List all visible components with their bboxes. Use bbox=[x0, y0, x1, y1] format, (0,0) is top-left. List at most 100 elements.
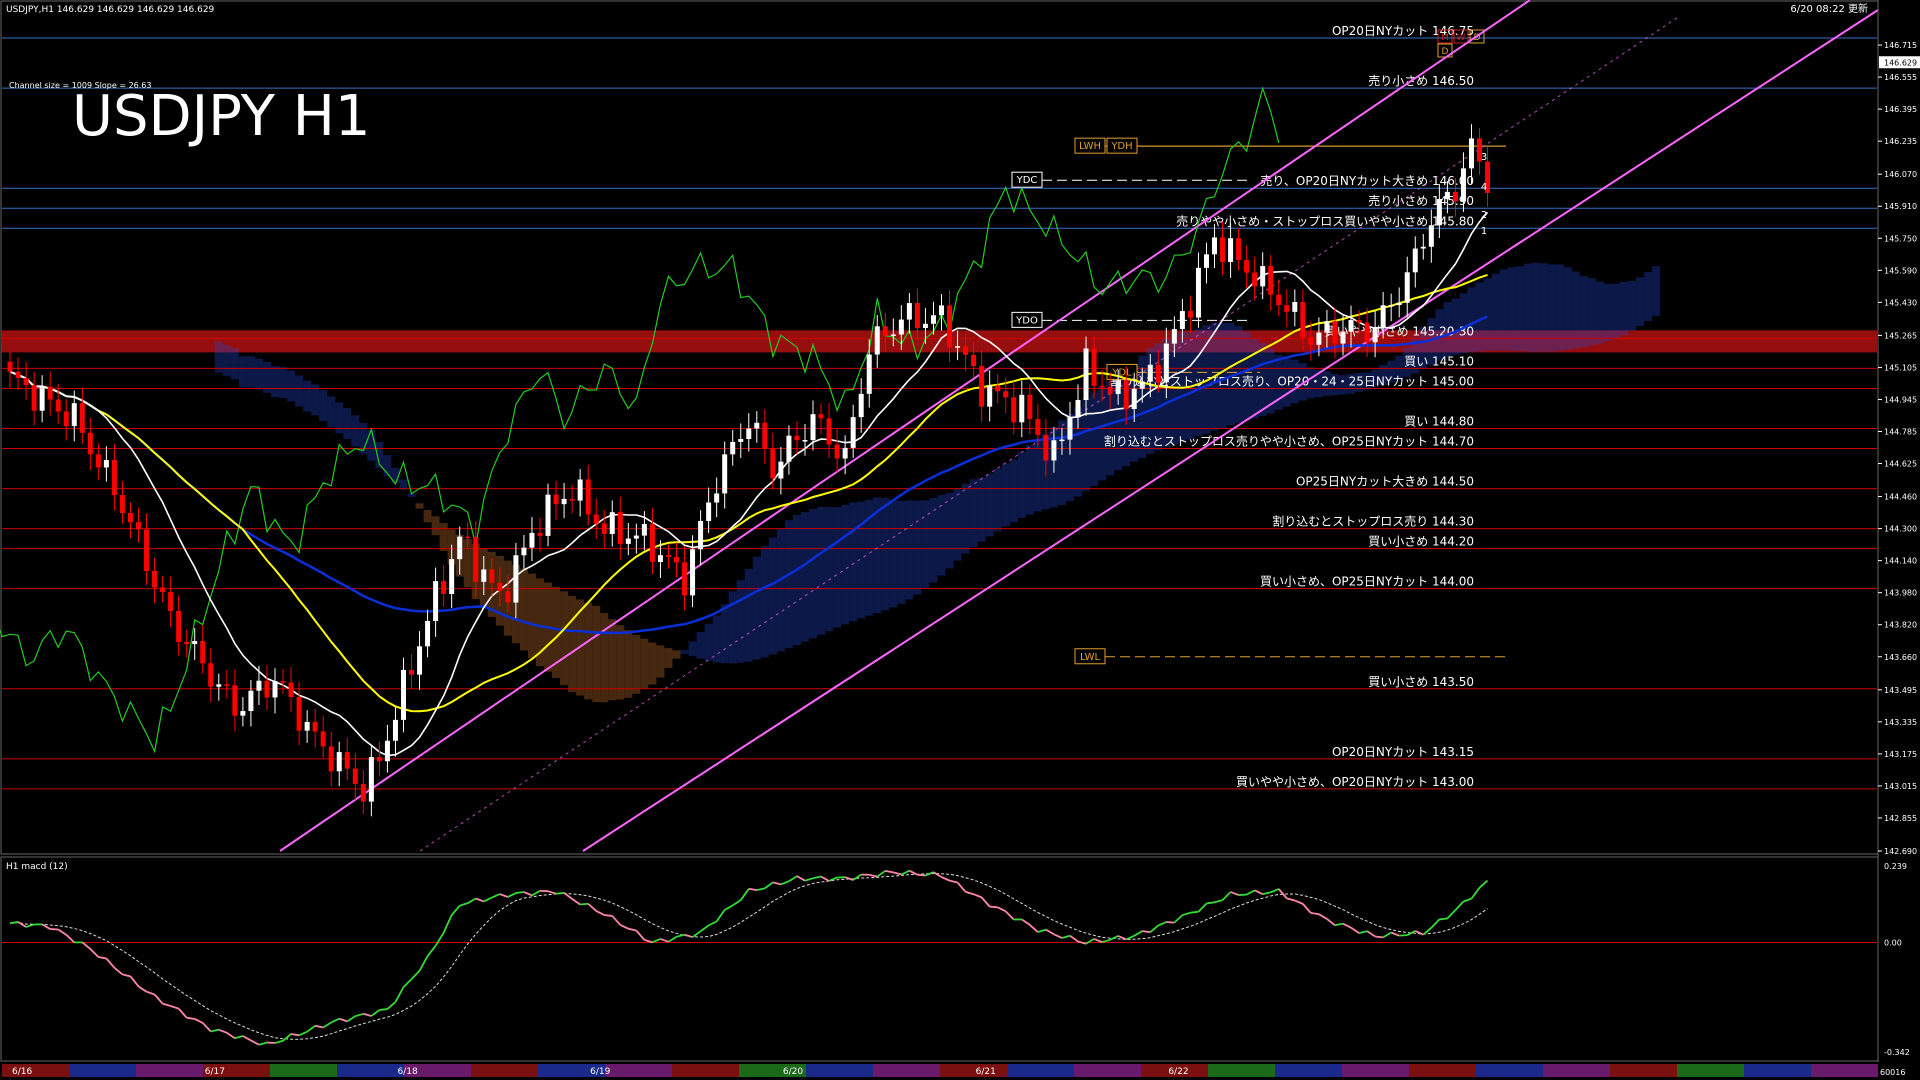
candle-body[interactable] bbox=[1011, 397, 1017, 423]
candle-body[interactable] bbox=[513, 555, 519, 603]
candle-body[interactable] bbox=[1436, 199, 1442, 226]
candle-body[interactable] bbox=[882, 326, 888, 336]
candle-body[interactable] bbox=[1203, 254, 1209, 268]
candle-body[interactable] bbox=[168, 592, 174, 612]
candle-body[interactable] bbox=[457, 536, 463, 560]
candle-body[interactable] bbox=[71, 403, 77, 427]
candle-body[interactable] bbox=[1035, 419, 1041, 435]
candle-body[interactable] bbox=[1428, 225, 1434, 247]
candle-body[interactable] bbox=[1316, 332, 1322, 345]
candle-body[interactable] bbox=[312, 721, 318, 732]
candle-body[interactable] bbox=[585, 479, 591, 515]
candle-body[interactable] bbox=[1452, 191, 1458, 202]
candle-body[interactable] bbox=[1252, 272, 1258, 287]
candle-body[interactable] bbox=[224, 684, 230, 686]
candle-body[interactable] bbox=[55, 399, 61, 412]
candle-body[interactable] bbox=[1067, 417, 1073, 440]
candle-body[interactable] bbox=[240, 711, 246, 716]
candle-body[interactable] bbox=[1244, 259, 1250, 273]
candle-body[interactable] bbox=[152, 571, 158, 588]
candle-body[interactable] bbox=[770, 448, 776, 479]
candle-body[interactable] bbox=[473, 537, 479, 582]
candle-body[interactable] bbox=[1187, 311, 1193, 318]
candle-body[interactable] bbox=[160, 587, 166, 593]
candle-body[interactable] bbox=[714, 493, 720, 503]
candle-body[interactable] bbox=[272, 681, 278, 698]
candle-body[interactable] bbox=[63, 411, 69, 427]
candle-body[interactable] bbox=[938, 305, 944, 316]
candle-body[interactable] bbox=[409, 669, 415, 675]
candle-body[interactable] bbox=[280, 681, 286, 683]
candle-body[interactable] bbox=[529, 532, 535, 548]
candle-body[interactable] bbox=[1003, 391, 1009, 398]
candle-body[interactable] bbox=[1460, 168, 1466, 202]
candle-body[interactable] bbox=[649, 524, 655, 562]
candle-body[interactable] bbox=[730, 441, 736, 455]
candle-body[interactable] bbox=[264, 680, 270, 698]
candle-body[interactable] bbox=[1268, 266, 1274, 295]
candle-body[interactable] bbox=[762, 422, 768, 449]
candle-body[interactable] bbox=[1027, 394, 1033, 420]
candle-body[interactable] bbox=[1284, 305, 1290, 312]
candle-body[interactable] bbox=[1468, 138, 1474, 169]
candle-body[interactable] bbox=[746, 428, 752, 439]
candle-body[interactable] bbox=[127, 513, 133, 523]
candle-body[interactable] bbox=[955, 346, 961, 348]
candle-body[interactable] bbox=[328, 746, 334, 772]
candle-body[interactable] bbox=[1396, 302, 1402, 306]
candle-body[interactable] bbox=[216, 684, 222, 687]
candle-body[interactable] bbox=[400, 669, 406, 720]
candle-body[interactable] bbox=[79, 403, 85, 433]
candle-body[interactable] bbox=[1171, 329, 1177, 344]
candle-body[interactable] bbox=[874, 326, 880, 355]
candle-body[interactable] bbox=[417, 646, 423, 675]
candle-body[interactable] bbox=[1364, 322, 1370, 343]
candle-body[interactable] bbox=[505, 591, 511, 603]
candle-body[interactable] bbox=[481, 569, 487, 582]
candle-body[interactable] bbox=[39, 386, 45, 411]
candle-body[interactable] bbox=[433, 581, 439, 622]
candle-body[interactable] bbox=[23, 378, 29, 386]
candle-body[interactable] bbox=[248, 690, 254, 712]
candle-body[interactable] bbox=[256, 680, 262, 691]
candle-body[interactable] bbox=[1163, 343, 1169, 383]
candle-body[interactable] bbox=[722, 454, 728, 494]
candle-body[interactable] bbox=[1444, 191, 1450, 200]
candle-body[interactable] bbox=[665, 555, 671, 557]
candle-body[interactable] bbox=[633, 535, 639, 539]
candle-body[interactable] bbox=[87, 432, 93, 455]
candle-body[interactable] bbox=[1019, 394, 1025, 423]
candle-body[interactable] bbox=[818, 414, 824, 419]
candle-body[interactable] bbox=[1292, 302, 1298, 312]
candle-body[interactable] bbox=[577, 479, 583, 501]
candle-body[interactable] bbox=[1372, 327, 1378, 343]
candle-body[interactable] bbox=[1348, 320, 1354, 332]
candle-body[interactable] bbox=[184, 641, 190, 645]
candle-body[interactable] bbox=[368, 757, 374, 802]
candle-body[interactable] bbox=[1107, 386, 1113, 395]
candle-body[interactable] bbox=[906, 303, 912, 320]
candle-body[interactable] bbox=[1404, 272, 1410, 303]
candle-body[interactable] bbox=[119, 495, 125, 514]
candle-body[interactable] bbox=[425, 621, 431, 647]
candle-body[interactable] bbox=[336, 752, 342, 772]
candle-body[interactable] bbox=[866, 354, 872, 394]
candle-body[interactable] bbox=[922, 323, 928, 328]
candle-body[interactable] bbox=[288, 682, 294, 698]
candle-body[interactable] bbox=[754, 422, 760, 429]
candle-body[interactable] bbox=[1155, 364, 1161, 383]
candle-body[interactable] bbox=[1220, 237, 1226, 263]
candle-body[interactable] bbox=[103, 460, 109, 468]
candle-body[interactable] bbox=[617, 512, 623, 544]
candle-body[interactable] bbox=[971, 354, 977, 366]
candle-body[interactable] bbox=[200, 641, 206, 664]
candle-body[interactable] bbox=[674, 556, 680, 563]
candle-body[interactable] bbox=[1412, 248, 1418, 273]
candle-body[interactable] bbox=[144, 529, 150, 572]
candle-body[interactable] bbox=[521, 547, 527, 556]
candle-body[interactable] bbox=[802, 440, 808, 442]
candle-body[interactable] bbox=[304, 721, 310, 731]
candle-body[interactable] bbox=[1195, 267, 1201, 318]
candle-body[interactable] bbox=[1300, 302, 1306, 338]
candle-body[interactable] bbox=[7, 361, 13, 372]
